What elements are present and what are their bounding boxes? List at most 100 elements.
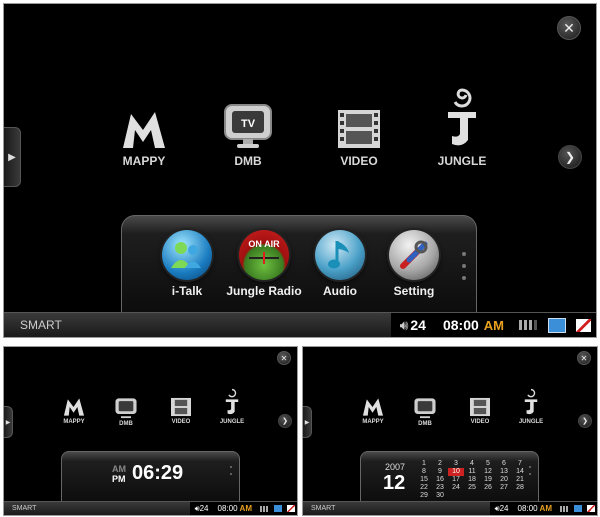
main-screen: ✕ ▶ ❯ MAPPY TV DMB VIDEO JUNGLE i-Talk O… bbox=[3, 3, 597, 338]
left-panel-tab[interactable]: ▶ bbox=[4, 406, 13, 438]
calendar-day-cell[interactable]: 24 bbox=[448, 484, 464, 492]
calendar-day-cell[interactable]: 30 bbox=[432, 492, 448, 500]
chevron-right-icon: ❯ bbox=[282, 418, 288, 425]
app-mappy[interactable]: MAPPY bbox=[59, 397, 89, 425]
chevron-right-icon: ❯ bbox=[564, 150, 576, 164]
right-arrow-icon: ▶ bbox=[8, 151, 16, 163]
calendar-day-cell[interactable]: 3 bbox=[448, 460, 464, 468]
window-icon[interactable] bbox=[571, 502, 584, 515]
app-mappy[interactable]: MAPPY bbox=[358, 397, 388, 425]
dock-page-indicator bbox=[529, 466, 531, 475]
app-video[interactable]: VIDEO bbox=[166, 397, 196, 425]
calendar-day-cell[interactable]: 9 bbox=[432, 468, 448, 476]
calendar-day-cell bbox=[512, 492, 528, 500]
clock[interactable]: 08:00 AM bbox=[433, 313, 512, 337]
app-mappy[interactable]: MAPPY bbox=[114, 102, 174, 168]
calendar-day-cell[interactable]: 11 bbox=[464, 468, 480, 476]
close-icon: ✕ bbox=[280, 353, 288, 363]
jungle-icon bbox=[444, 84, 480, 150]
dock-label: i-Talk bbox=[171, 284, 203, 298]
battery-indicator bbox=[556, 502, 571, 515]
battery-indicator bbox=[256, 502, 271, 515]
dock-item-audio[interactable]: Audio bbox=[310, 230, 370, 298]
calendar-day-cell[interactable]: 8 bbox=[416, 468, 432, 476]
ampm-indicator: AM PM bbox=[112, 464, 126, 484]
app-jungle[interactable]: JUNGLE bbox=[217, 387, 247, 425]
calendar-day-cell[interactable]: 21 bbox=[512, 476, 528, 484]
pen-icon[interactable] bbox=[284, 502, 297, 515]
film-strip-icon bbox=[171, 397, 191, 417]
app-label: JUNGLE bbox=[518, 419, 544, 425]
brand-label: SMART bbox=[311, 505, 336, 512]
volume-control[interactable]: 🔊︎ 24 bbox=[390, 313, 434, 337]
app-label: MAPPY bbox=[63, 419, 85, 425]
clock-ampm: AM bbox=[483, 317, 504, 333]
quick-dock: i-Talk ON AIR Jungle Radio Audio Setting bbox=[121, 215, 477, 314]
app-dmb[interactable]: TV DMB bbox=[218, 102, 278, 168]
volume-control[interactable]: 🔊︎ 24 bbox=[189, 502, 213, 515]
clock-panel: AM PM 06:29 bbox=[61, 451, 240, 504]
volume-control[interactable]: 🔊︎ 24 bbox=[489, 502, 513, 515]
calendar-day-cell[interactable]: 17 bbox=[448, 476, 464, 484]
dock-label: Audio bbox=[323, 284, 357, 298]
calendar-day-cell[interactable]: 10 bbox=[448, 468, 464, 476]
app-video[interactable]: VIDEO bbox=[465, 397, 495, 425]
app-jungle[interactable]: JUNGLE bbox=[432, 84, 492, 168]
calendar-day-cell[interactable]: 27 bbox=[496, 484, 512, 492]
brand-label: SMART bbox=[12, 505, 37, 512]
calendar-day-cell[interactable]: 29 bbox=[416, 492, 432, 500]
window-icon[interactable] bbox=[271, 502, 284, 515]
brand-label: SMART bbox=[20, 318, 62, 332]
calendar-day-cell[interactable]: 19 bbox=[480, 476, 496, 484]
close-button[interactable]: ✕ bbox=[577, 351, 591, 365]
left-panel-tab[interactable]: ▶ bbox=[303, 406, 312, 438]
app-dmb[interactable]: DMB bbox=[410, 397, 440, 427]
music-note-icon bbox=[315, 230, 365, 280]
calendar-day-cell[interactable]: 15 bbox=[416, 476, 432, 484]
calendar-day-cell[interactable]: 28 bbox=[512, 484, 528, 492]
next-page-button[interactable]: ❯ bbox=[578, 414, 592, 428]
close-icon: ✕ bbox=[563, 19, 575, 36]
calendar-day: 12 bbox=[383, 472, 406, 494]
clock-display: 06:29 bbox=[132, 462, 184, 484]
dock-item-italk[interactable]: i-Talk bbox=[157, 230, 217, 298]
calendar-day-cell[interactable]: 2 bbox=[432, 460, 448, 468]
next-page-button[interactable]: ❯ bbox=[558, 145, 582, 169]
calendar-day-cell[interactable]: 14 bbox=[512, 468, 528, 476]
window-icon[interactable] bbox=[543, 313, 570, 337]
pen-icon[interactable] bbox=[570, 313, 596, 337]
calendar-day-cell[interactable]: 7 bbox=[512, 460, 528, 468]
app-video[interactable]: VIDEO bbox=[329, 102, 389, 168]
app-label: JUNGLE bbox=[219, 419, 245, 425]
dock-item-jungle-radio[interactable]: ON AIR Jungle Radio bbox=[219, 230, 309, 298]
calendar-day-cell[interactable]: 23 bbox=[432, 484, 448, 492]
left-panel-tab[interactable]: ▶ bbox=[4, 127, 21, 187]
app-dmb[interactable]: DMB bbox=[111, 397, 141, 427]
clock[interactable]: 08:00 AM bbox=[512, 502, 556, 515]
calendar-day-cell[interactable]: 6 bbox=[496, 460, 512, 468]
calendar-day-cell[interactable]: 20 bbox=[496, 476, 512, 484]
calendar-day-cell[interactable]: 16 bbox=[432, 476, 448, 484]
calendar-day-cell[interactable]: 22 bbox=[416, 484, 432, 492]
next-page-button[interactable]: ❯ bbox=[278, 414, 292, 428]
calendar-day-cell[interactable]: 1 bbox=[416, 460, 432, 468]
calendar-day-cell[interactable]: 12 bbox=[480, 468, 496, 476]
clock-screen: ✕ ▶ ❯ MAPPY DMB VIDEO JUNGLE AM PM 06:29… bbox=[3, 346, 298, 516]
tv-icon: TV bbox=[222, 102, 274, 150]
close-button[interactable]: ✕ bbox=[557, 16, 581, 40]
calendar-day-cell[interactable]: 5 bbox=[480, 460, 496, 468]
pm-label: PM bbox=[112, 474, 126, 484]
tv-icon bbox=[414, 398, 436, 419]
calendar-day-cell[interactable]: 25 bbox=[464, 484, 480, 492]
close-button[interactable]: ✕ bbox=[277, 351, 291, 365]
app-jungle[interactable]: JUNGLE bbox=[516, 387, 546, 425]
calendar-day-cell[interactable]: 26 bbox=[480, 484, 496, 492]
jungle-icon bbox=[225, 388, 239, 415]
clock-time: 08:00 bbox=[442, 317, 479, 333]
calendar-day-cell[interactable]: 18 bbox=[464, 476, 480, 484]
dock-item-setting[interactable]: Setting bbox=[384, 230, 444, 298]
calendar-day-cell[interactable]: 13 bbox=[496, 468, 512, 476]
clock[interactable]: 08:00 AM bbox=[212, 502, 256, 515]
calendar-day-cell[interactable]: 4 bbox=[464, 460, 480, 468]
pen-icon[interactable] bbox=[584, 502, 597, 515]
